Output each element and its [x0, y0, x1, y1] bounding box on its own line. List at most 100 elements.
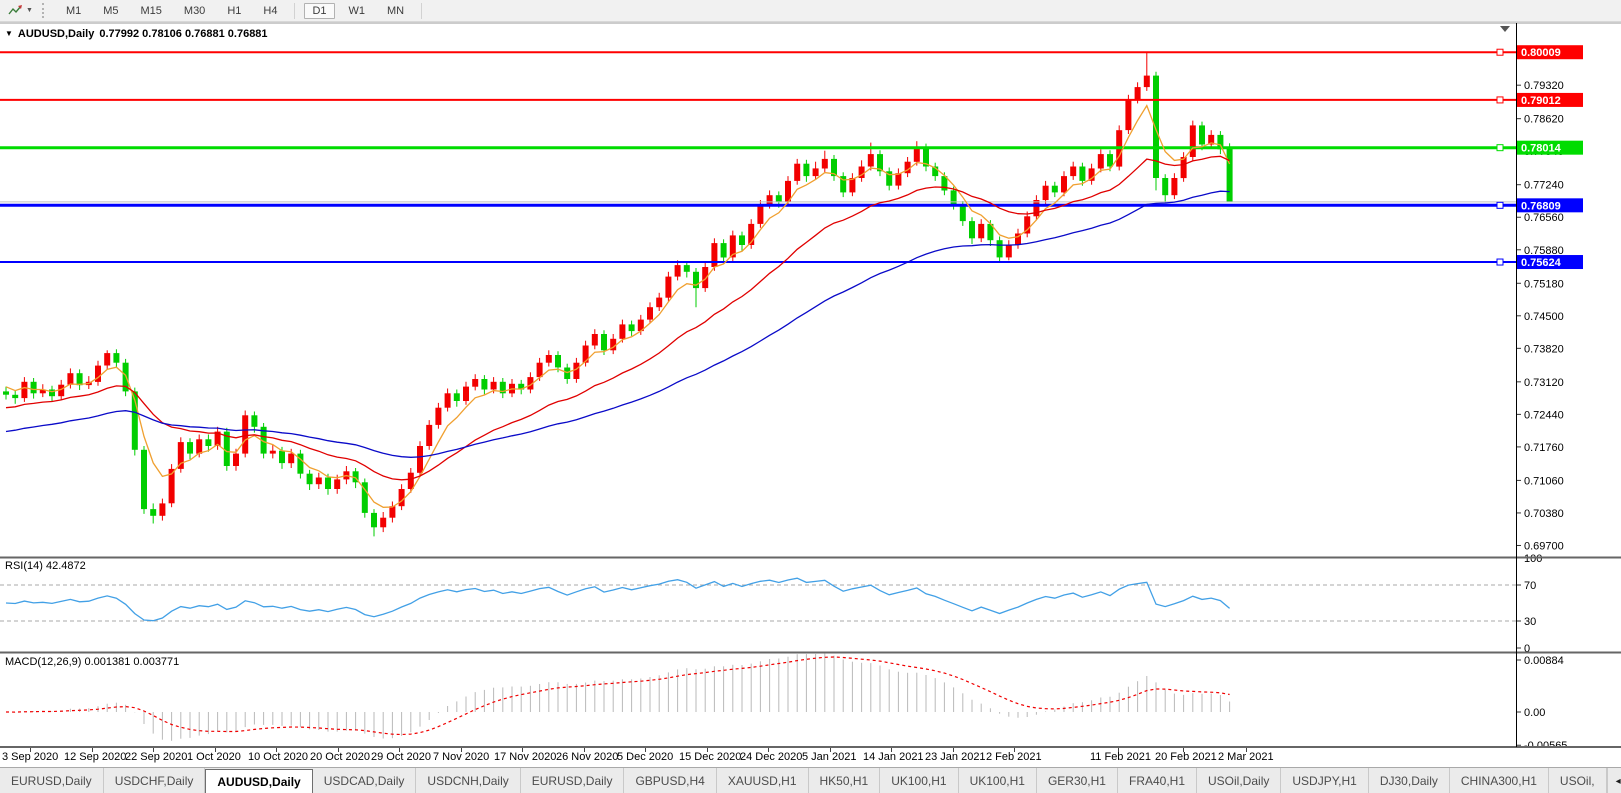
timeframe-buttons: M1 M5 M15 M30 H1 H4 D1 W1 MN: [55, 3, 428, 19]
candle-body: [307, 474, 313, 485]
tab-scroll-controls: ◂▸: [1607, 768, 1621, 793]
candle-body: [1144, 76, 1150, 88]
date-label: 3 Sep 2020: [2, 751, 58, 763]
candle-body: [389, 506, 395, 518]
candle-body: [1006, 245, 1012, 257]
chart-ohlc-quote: 0.77992 0.78106 0.76881 0.76881: [99, 28, 267, 40]
line-drag-handle[interactable]: [1497, 259, 1503, 265]
chart-title: ▼ AUDUSD,Daily 0.77992 0.78106 0.76881 0…: [5, 28, 268, 40]
timeframe-button-w1[interactable]: W1: [341, 3, 374, 19]
candle-body: [1199, 125, 1205, 144]
timeframe-button-h1[interactable]: H1: [219, 3, 249, 19]
tab-usoil[interactable]: USOil,: [1549, 768, 1607, 793]
candle-body: [914, 147, 920, 161]
candle-body: [3, 391, 9, 394]
tab-fra40-h1[interactable]: FRA40,H1: [1118, 768, 1197, 793]
symbol-dropdown-marker[interactable]: ▼: [5, 29, 13, 38]
candle-body: [472, 379, 478, 387]
toolbar-grip-handle[interactable]: [42, 3, 48, 18]
candle-body: [196, 439, 202, 453]
candle-body: [1107, 154, 1113, 166]
tab-eurusd-daily[interactable]: EURUSD,Daily: [521, 768, 625, 793]
tab-uk100-h1[interactable]: UK100,H1: [880, 768, 958, 793]
candle-body: [546, 355, 552, 363]
timeframe-button-m1[interactable]: M1: [58, 3, 89, 19]
timeframe-button-m5[interactable]: M5: [95, 3, 126, 19]
candle-body: [334, 479, 340, 489]
tab-usdjpy-h1[interactable]: USDJPY,H1: [1281, 768, 1368, 793]
mt4-terminal-window: ▼ M1 M5 M15 M30 H1 H4 D1 W1 MN 0.793200.786200.7…: [0, 0, 1621, 793]
tab-audusd-daily[interactable]: AUDUSD,Daily: [205, 769, 312, 793]
candle-body: [49, 390, 55, 397]
candle-body: [242, 415, 248, 453]
chart-line-icon: [8, 4, 23, 17]
line-drag-handle[interactable]: [1497, 145, 1503, 151]
price-axis: 0.793200.786200.779400.772400.765600.758…: [1516, 45, 1583, 748]
candle-body: [1079, 167, 1085, 181]
candle-body: [1098, 154, 1104, 168]
macd-tick-label: 0.00: [1524, 707, 1545, 719]
candle-body: [1052, 186, 1058, 193]
date-label: 2 Mar 2021: [1218, 751, 1274, 763]
price-badge-label: 0.79012: [1521, 95, 1561, 107]
candle-body: [205, 439, 211, 446]
candle-body: [1153, 76, 1159, 178]
tab-dj30-daily[interactable]: DJ30,Daily: [1369, 768, 1450, 793]
timeframe-button-m15[interactable]: M15: [133, 3, 170, 19]
date-label: 15 Dec 2020: [679, 751, 741, 763]
tab-gbpusd-h4[interactable]: GBPUSD,H4: [624, 768, 716, 793]
macd-panel: [6, 654, 1230, 741]
price-tick-label: 0.69700: [1524, 540, 1564, 552]
date-label: 29 Oct 2020: [371, 751, 431, 763]
tab-uk100-h1[interactable]: UK100,H1: [959, 768, 1037, 793]
tab-china300-h1[interactable]: CHINA300,H1: [1450, 768, 1549, 793]
candle-body: [739, 235, 745, 245]
date-label: 20 Oct 2020: [310, 751, 370, 763]
tab-usdcad-daily[interactable]: USDCAD,Daily: [313, 768, 417, 793]
candle-body: [997, 240, 1003, 257]
line-drag-handle[interactable]: [1497, 49, 1503, 55]
timeframe-button-d1[interactable]: D1: [304, 3, 334, 19]
time-axis[interactable]: 3 Sep 202012 Sep 202022 Sep 20201 Oct 20…: [0, 748, 1621, 767]
chevron-down-icon[interactable]: ▼: [26, 7, 33, 14]
chart-area: 0.793200.786200.779400.772400.765600.758…: [0, 22, 1621, 748]
tab-usoil-daily[interactable]: USOil,Daily: [1197, 768, 1281, 793]
chart-shift-marker[interactable]: [1500, 26, 1510, 32]
tab-xauusd-h1[interactable]: XAUUSD,H1: [717, 768, 809, 793]
candle-body: [1181, 157, 1187, 178]
tab-eurusd-daily[interactable]: EURUSD,Daily: [0, 768, 104, 793]
line-drag-handle[interactable]: [1497, 97, 1503, 103]
ma-slow-line: [6, 191, 1230, 457]
tab-usdchf-daily[interactable]: USDCHF,Daily: [104, 768, 206, 793]
candle-body: [251, 415, 257, 427]
candle-body: [491, 382, 497, 390]
candle-body: [822, 159, 828, 169]
candle-body: [417, 446, 423, 473]
price-badge-label: 0.75624: [1521, 257, 1562, 269]
candle-body: [813, 168, 819, 176]
timeframe-button-h4[interactable]: H4: [255, 3, 285, 19]
tab-ger30-h1[interactable]: GER30,H1: [1037, 768, 1118, 793]
candle-body: [895, 173, 901, 185]
timeframe-button-m30[interactable]: M30: [176, 3, 213, 19]
candle-body: [1070, 167, 1076, 177]
price-tick-label: 0.75880: [1524, 245, 1564, 257]
candle-body: [270, 451, 276, 454]
date-label: 12 Sep 2020: [64, 751, 126, 763]
timeframe-button-mn[interactable]: MN: [379, 3, 412, 19]
tab-scroll-left-icon[interactable]: ◂: [1616, 776, 1621, 787]
candle-body: [629, 324, 635, 331]
candle-body: [656, 298, 662, 308]
date-label: 11 Feb 2021: [1090, 751, 1151, 763]
tab-hk50-h1[interactable]: HK50,H1: [809, 768, 881, 793]
line-drag-handle[interactable]: [1497, 202, 1503, 208]
date-label: 7 Nov 2020: [433, 751, 489, 763]
candle-body: [1061, 176, 1067, 192]
candle-body: [665, 277, 671, 298]
candle-body: [233, 454, 239, 466]
chart-tool-button[interactable]: ▼: [4, 4, 37, 17]
candle-body: [647, 307, 653, 319]
tab-usdcnh-daily[interactable]: USDCNH,Daily: [416, 768, 520, 793]
date-label: 5 Jan 2021: [802, 751, 856, 763]
date-label: 1 Oct 2020: [187, 751, 241, 763]
